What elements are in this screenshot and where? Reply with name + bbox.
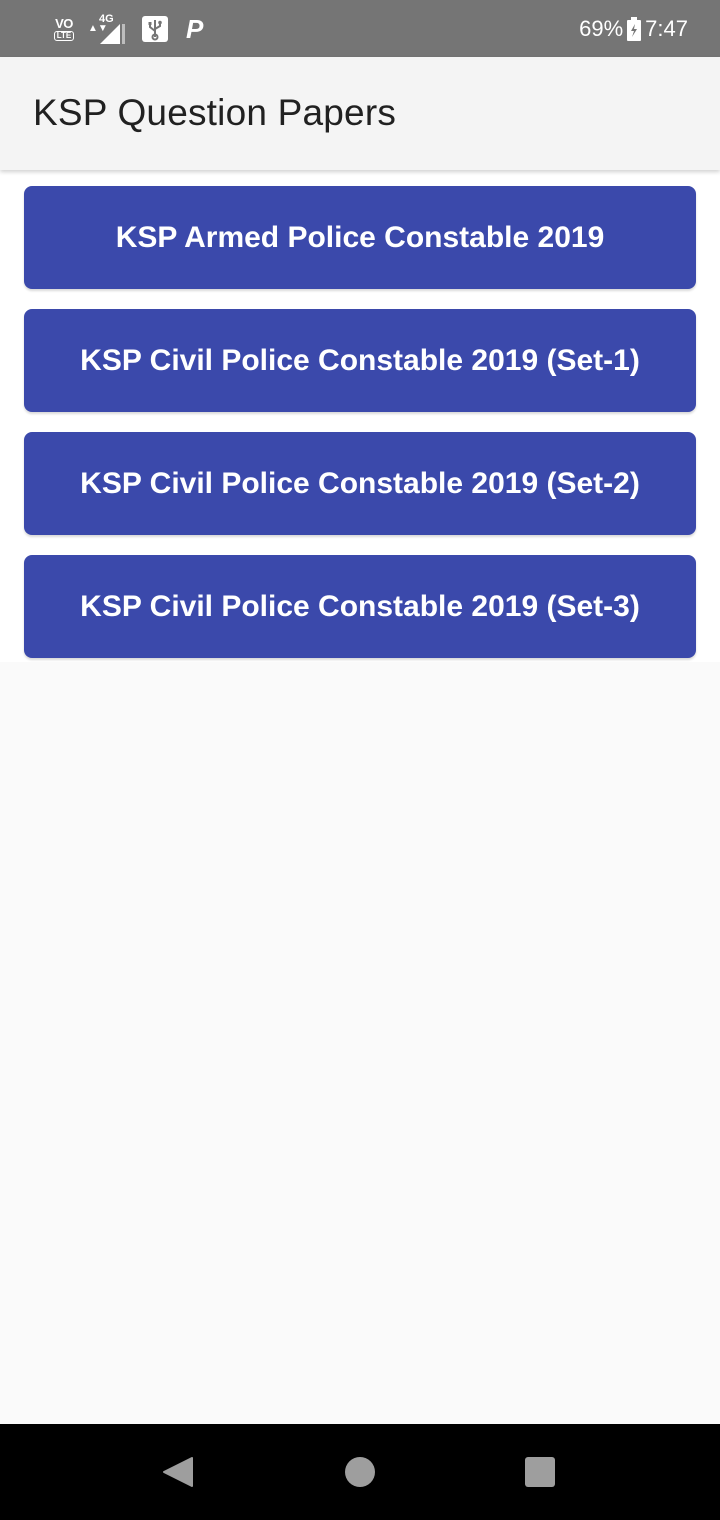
- clock: 7:47: [645, 16, 688, 41]
- battery-icon: [627, 17, 642, 41]
- home-icon[interactable]: [345, 1457, 375, 1487]
- usb-icon: [140, 14, 170, 44]
- app-bar: KSP Question Papers: [0, 57, 720, 170]
- lte-label: LTE: [53, 31, 75, 41]
- list-item: KSP Civil Police Constable 2019 (Set-3): [0, 539, 720, 662]
- navigation-bar: [0, 1424, 720, 1520]
- signal-icon: ▲▼ 4G: [88, 14, 130, 44]
- back-icon[interactable]: [162, 1456, 194, 1488]
- paper-button-civil-police-set-1[interactable]: KSP Civil Police Constable 2019 (Set-1): [24, 309, 696, 412]
- list-item: KSP Civil Police Constable 2019 (Set-1): [0, 293, 720, 416]
- paper-button-civil-police-set-3[interactable]: KSP Civil Police Constable 2019 (Set-3): [24, 555, 696, 658]
- list-item: KSP Armed Police Constable 2019: [0, 170, 720, 293]
- status-bar-left: VO LTE ▲▼ 4G P: [50, 12, 210, 46]
- paper-button-civil-police-set-2[interactable]: KSP Civil Police Constable 2019 (Set-2): [24, 432, 696, 535]
- volte-label: VO: [55, 16, 73, 31]
- battery-percent: 69%: [579, 16, 624, 41]
- parking-letter: P: [186, 15, 204, 43]
- signal-bars-icon: [100, 24, 125, 44]
- status-bar: VO LTE ▲▼ 4G P 69% 7:47: [0, 0, 720, 57]
- paper-button-armed-police-2019[interactable]: KSP Armed Police Constable 2019: [24, 186, 696, 289]
- status-bar-right: 69% 7:47: [579, 14, 688, 44]
- list-item: KSP Civil Police Constable 2019 (Set-2): [0, 416, 720, 539]
- parking-icon: P: [180, 14, 210, 44]
- page-title: KSP Question Papers: [33, 92, 397, 133]
- recent-apps-icon[interactable]: [525, 1457, 555, 1487]
- volte-icon: VO LTE: [50, 17, 78, 41]
